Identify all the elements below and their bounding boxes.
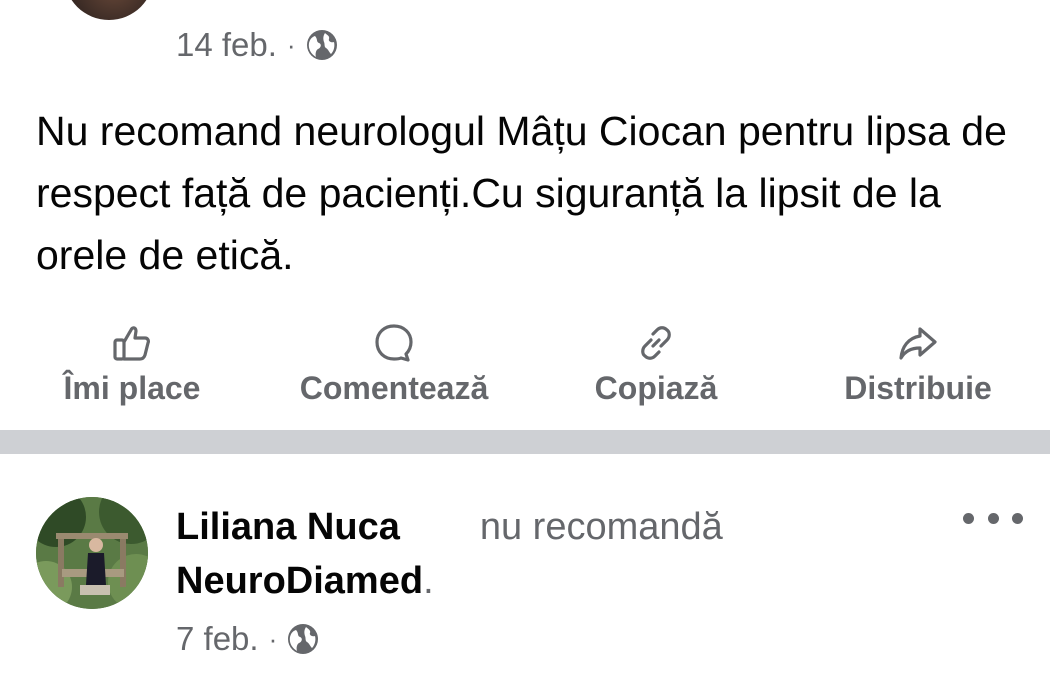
copy-label: Copiază (594, 370, 718, 406)
period: . (423, 560, 434, 602)
more-dot (1012, 512, 1023, 524)
post2-date[interactable]: 7 feb. (176, 620, 259, 658)
copy-button[interactable]: Copiază (584, 318, 728, 407)
post2-meta: 7 feb. · (176, 620, 319, 658)
post-divider (0, 430, 1050, 454)
review-feed: 14 feb. · Nu recomand neurologul Mâțu Ci… (0, 0, 1050, 700)
more-dot (987, 512, 999, 524)
post1-date[interactable]: 14 feb. (176, 26, 277, 64)
author-line-1: Liliana Nuca nu recomandă (176, 500, 936, 554)
meta-separator: · (286, 29, 296, 60)
more-dot (963, 512, 974, 524)
author-avatar[interactable] (36, 497, 148, 609)
author-name[interactable]: Liliana Nuca (176, 506, 400, 548)
avatar-photo (36, 497, 148, 609)
thumbs-up-icon (113, 326, 150, 361)
globe-icon (288, 624, 319, 654)
recommendation-verb: nu recomandă (479, 506, 723, 548)
comment-bubble-icon (375, 324, 413, 362)
meta-separator: · (268, 623, 278, 654)
share-label: Distribuie (844, 370, 992, 406)
post1-meta: 14 feb. · (176, 26, 338, 64)
more-options-button[interactable] (963, 508, 1023, 528)
post1-text: Nu recomand neurologul Mâțu Ciocan pentr… (36, 108, 1007, 278)
share-arrow-icon (899, 327, 937, 360)
like-label: Îmi place (63, 370, 201, 406)
post2-header: Liliana Nuca nu recomandă NeuroDiamed. (176, 500, 936, 608)
globe-icon (306, 30, 337, 60)
comment-label: Comentează (299, 370, 489, 406)
author-line-2: NeuroDiamed. (176, 554, 936, 608)
like-button[interactable]: Îmi place (52, 318, 212, 407)
share-button[interactable]: Distribuie (836, 318, 1000, 407)
post-action-bar: Îmi place Comentează Copiază Distribuie (0, 318, 1050, 418)
previous-author-avatar[interactable] (64, 0, 154, 20)
link-icon (641, 326, 671, 360)
page-name-link[interactable]: NeuroDiamed (176, 560, 423, 602)
comment-button[interactable]: Comentează (286, 318, 502, 407)
